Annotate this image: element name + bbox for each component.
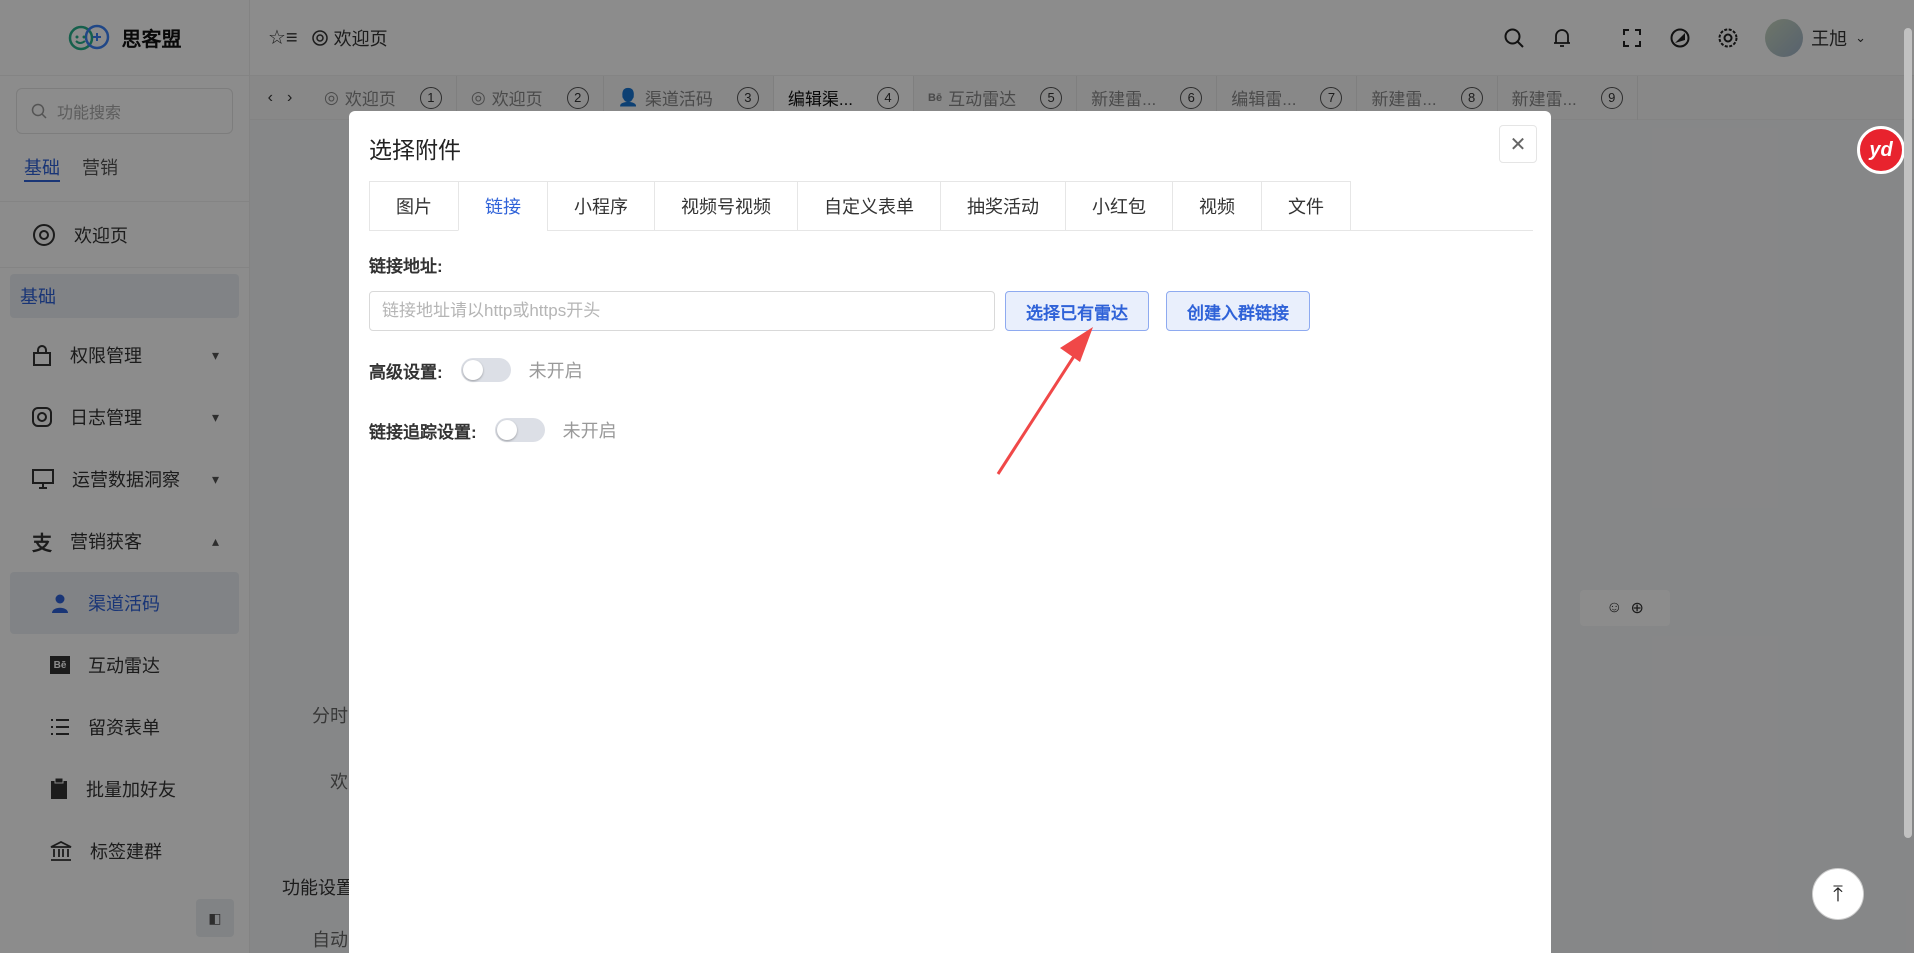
advanced-toggle[interactable]	[460, 358, 511, 382]
dialog-title: 选择附件	[369, 137, 461, 163]
tab-image[interactable]: 图片	[369, 181, 458, 231]
create-group-link-button[interactable]: 创建入群链接	[1166, 291, 1310, 331]
close-icon: ✕	[1509, 133, 1527, 156]
arrow-up-icon: ⤒	[1833, 881, 1843, 906]
tab-custom-form[interactable]: 自定义表单	[797, 181, 940, 231]
tab-channel-video[interactable]: 视频号视频	[654, 181, 797, 231]
back-to-top-button[interactable]: ⤒	[1812, 868, 1864, 920]
url-input[interactable]	[369, 291, 995, 331]
tab-file[interactable]: 文件	[1261, 181, 1351, 231]
close-button[interactable]: ✕	[1499, 125, 1537, 163]
tab-mini-program[interactable]: 小程序	[547, 181, 654, 231]
scrollbar[interactable]	[1904, 28, 1912, 838]
tab-lottery[interactable]: 抽奖活动	[940, 181, 1065, 231]
tracking-status: 未开启	[562, 421, 617, 441]
tab-link[interactable]: 链接	[458, 181, 547, 231]
tab-red-packet[interactable]: 小红包	[1065, 181, 1172, 231]
tracking-label: 链接追踪设置:	[369, 422, 477, 442]
yd-floating-badge[interactable]: yd	[1857, 126, 1905, 174]
tracking-toggle[interactable]	[494, 418, 545, 442]
advanced-label: 高级设置:	[369, 362, 443, 382]
select-radar-button[interactable]: 选择已有雷达	[1005, 291, 1149, 331]
tab-video[interactable]: 视频	[1172, 181, 1261, 231]
advanced-settings-row: 高级设置: 未开启	[369, 357, 583, 383]
tracking-settings-row: 链接追踪设置: 未开启	[369, 417, 617, 443]
url-label: 链接地址:	[369, 257, 443, 276]
attachment-tabs: 图片 链接 小程序 视频号视频 自定义表单 抽奖活动 小红包 视频 文件	[369, 181, 1533, 231]
select-attachment-dialog: 选择附件 ✕ 图片 链接 小程序 视频号视频 自定义表单 抽奖活动 小红包 视频…	[349, 111, 1551, 953]
advanced-status: 未开启	[528, 361, 583, 381]
